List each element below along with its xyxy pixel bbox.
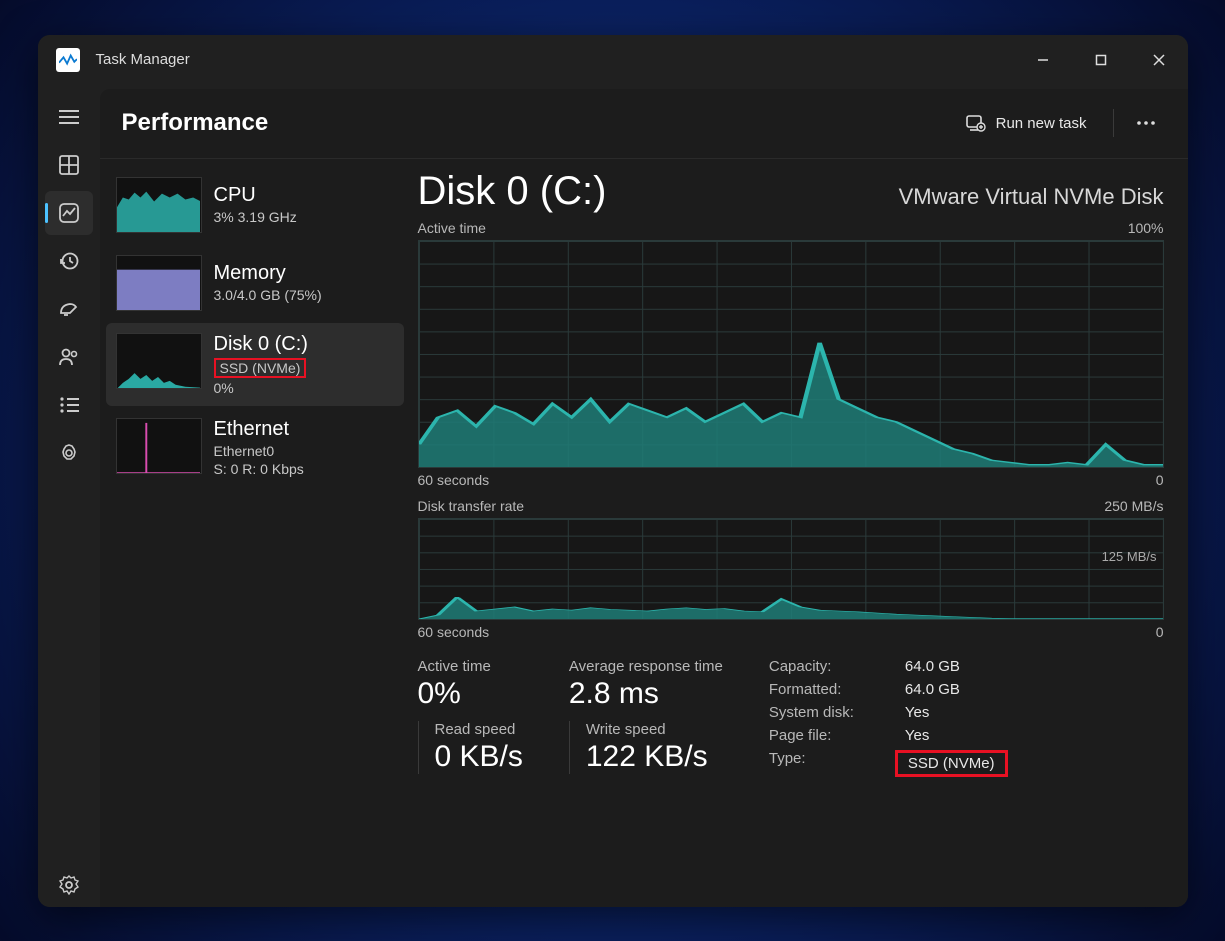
perf-item-ethernet[interactable]: Ethernet Ethernet0 S: 0 R: 0 Kbps <box>106 408 404 487</box>
nav-settings[interactable] <box>45 863 93 907</box>
chart1-xleft: 60 seconds <box>418 472 490 488</box>
window-title: Task Manager <box>96 51 190 68</box>
perf-memory-sub: 3.0/4.0 GB (75%) <box>214 287 322 303</box>
perf-cpu-title: CPU <box>214 184 297 207</box>
nav-users[interactable] <box>45 335 93 379</box>
maximize-button[interactable] <box>1072 35 1130 85</box>
task-manager-window: Task Manager Performance <box>38 35 1188 907</box>
close-button[interactable] <box>1130 35 1188 85</box>
perf-item-cpu[interactable]: CPU 3% 3.19 GHz <box>106 167 404 243</box>
header-divider <box>1113 109 1114 137</box>
stat-avg-response: Average response time 2.8 ms <box>569 658 739 711</box>
hamburger-icon[interactable] <box>45 95 93 139</box>
transfer-rate-chart: 125 MB/s <box>418 518 1164 620</box>
app-icon <box>56 48 80 72</box>
nav-startup[interactable] <box>45 287 93 331</box>
content-header: Performance Run new task <box>100 89 1188 159</box>
performance-list: CPU 3% 3.19 GHz Memory 3.0/4.0 GB (75%) <box>100 159 410 907</box>
chart2-max: 250 MB/s <box>1104 498 1163 514</box>
perf-disk-sub2: 0% <box>214 380 308 396</box>
perf-eth-title: Ethernet <box>214 418 304 441</box>
perf-item-disk0[interactable]: Disk 0 (C:) SSD (NVMe) 0% <box>106 323 404 406</box>
nav-app-history[interactable] <box>45 239 93 283</box>
nav-performance[interactable] <box>45 191 93 235</box>
perf-cpu-sub: 3% 3.19 GHz <box>214 209 297 225</box>
chart1-label: Active time <box>418 220 486 236</box>
perf-disk-title: Disk 0 (C:) <box>214 333 308 356</box>
nav-services[interactable] <box>45 431 93 475</box>
nav-processes[interactable] <box>45 143 93 187</box>
content-pane: Performance Run new task <box>100 89 1188 907</box>
chart1-xright: 0 <box>1156 472 1164 488</box>
more-options-button[interactable] <box>1126 103 1166 143</box>
stat-active-time: Active time 0% <box>418 658 539 711</box>
disk-type-highlight: SSD (NVMe) <box>214 358 307 378</box>
stat-write-speed: Write speed 122 KB/s <box>569 721 739 774</box>
minimize-button[interactable] <box>1014 35 1072 85</box>
run-new-task-button[interactable]: Run new task <box>952 105 1101 141</box>
window-controls <box>1014 35 1188 85</box>
disk-type-highlight-main: SSD (NVMe) <box>895 750 1008 777</box>
detail-model: VMware Virtual NVMe Disk <box>899 184 1164 210</box>
performance-detail: Disk 0 (C:) VMware Virtual NVMe Disk Act… <box>410 159 1188 907</box>
stats-row: Active time 0% Read speed 0 KB/s Average… <box>418 658 1164 777</box>
perf-eth-sub: Ethernet0 <box>214 443 304 459</box>
perf-eth-sub2: S: 0 R: 0 Kbps <box>214 461 304 477</box>
ethernet-thumbnail <box>116 418 202 474</box>
window-body: Performance Run new task <box>38 85 1188 907</box>
chart1-max: 100% <box>1128 220 1164 236</box>
memory-thumbnail <box>116 255 202 311</box>
active-time-chart <box>418 240 1164 468</box>
titlebar: Task Manager <box>38 35 1188 85</box>
page-title: Performance <box>122 109 269 137</box>
nav-details[interactable] <box>45 383 93 427</box>
run-new-task-label: Run new task <box>996 115 1087 132</box>
transfer-rate-chart-block: Disk transfer rate 250 MB/s 125 MB/s 60 … <box>418 498 1164 640</box>
chart2-xleft: 60 seconds <box>418 624 490 640</box>
detail-title: Disk 0 (C:) <box>418 169 607 214</box>
chart2-label: Disk transfer rate <box>418 498 525 514</box>
run-task-icon <box>966 113 986 133</box>
performance-area: CPU 3% 3.19 GHz Memory 3.0/4.0 GB (75%) <box>100 159 1188 907</box>
perf-item-memory[interactable]: Memory 3.0/4.0 GB (75%) <box>106 245 404 321</box>
active-time-chart-block: Active time 100% 60 seconds 0 <box>418 220 1164 488</box>
disk-info-table: Capacity:64.0 GB Formatted:64.0 GB Syste… <box>769 658 1008 777</box>
disk-thumbnail <box>116 333 202 389</box>
stat-read-speed: Read speed 0 KB/s <box>418 721 539 774</box>
nav-rail <box>38 85 100 907</box>
perf-disk-sub: SSD (NVMe) <box>214 358 308 378</box>
cpu-thumbnail <box>116 177 202 233</box>
perf-memory-title: Memory <box>214 262 322 285</box>
chart2-xright: 0 <box>1156 624 1164 640</box>
